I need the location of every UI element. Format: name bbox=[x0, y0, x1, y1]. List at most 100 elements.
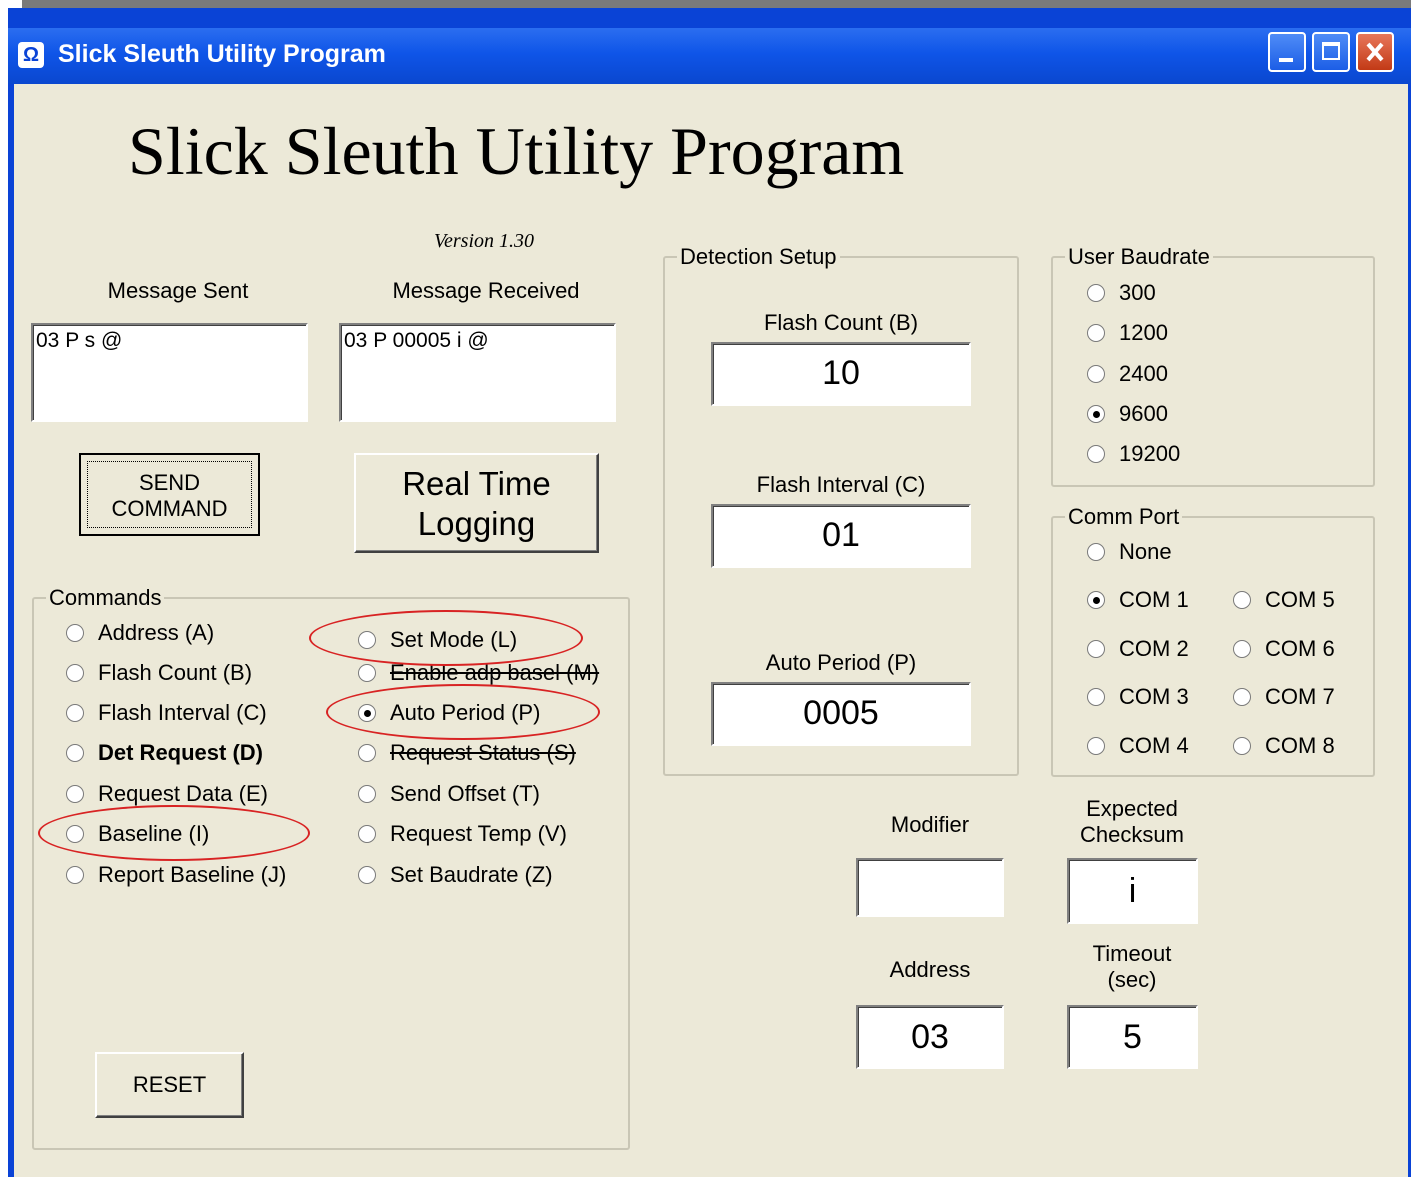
radio-icon bbox=[66, 785, 84, 803]
baud-19200-label: 19200 bbox=[1119, 441, 1181, 466]
cmd-request-status-label: Request Status (S) bbox=[390, 740, 576, 765]
modifier-label: Modifier bbox=[890, 812, 970, 837]
port-com1-radio[interactable]: COM 1 bbox=[1087, 587, 1189, 613]
minimize-button[interactable] bbox=[1268, 32, 1306, 72]
cmd-flash-count-label: Flash Count (B) bbox=[98, 660, 253, 685]
top-band bbox=[22, 0, 1411, 8]
port-com3-label: COM 3 bbox=[1119, 684, 1189, 709]
baud-300-radio[interactable]: 300 bbox=[1087, 280, 1156, 306]
modifier-field[interactable] bbox=[856, 858, 1004, 917]
radio-icon bbox=[66, 744, 84, 762]
port-com4-label: COM 4 bbox=[1119, 733, 1189, 758]
radio-icon bbox=[66, 866, 84, 884]
message-sent-label: Message Sent bbox=[107, 278, 249, 303]
send-command-label-2: COMMAND bbox=[111, 496, 228, 521]
radio-icon bbox=[1087, 543, 1105, 561]
send-command-button[interactable]: SEND COMMAND bbox=[79, 453, 260, 536]
message-received-label: Message Received bbox=[392, 278, 580, 303]
maximize-button[interactable] bbox=[1312, 32, 1350, 72]
flash-count-field[interactable]: 10 bbox=[711, 342, 971, 406]
cmd-request-temp-radio[interactable]: Request Temp (V) bbox=[358, 821, 567, 847]
port-com2-radio[interactable]: COM 2 bbox=[1087, 636, 1189, 662]
address-field[interactable]: 03 bbox=[856, 1005, 1004, 1069]
auto-period-field[interactable]: 0005 bbox=[711, 682, 971, 746]
radio-icon bbox=[1087, 445, 1105, 463]
radio-icon bbox=[358, 744, 376, 762]
close-icon bbox=[1366, 42, 1384, 62]
baud-1200-radio[interactable]: 1200 bbox=[1087, 320, 1168, 346]
cmd-flash-count-radio[interactable]: Flash Count (B) bbox=[66, 660, 252, 686]
baud-2400-label: 2400 bbox=[1119, 361, 1168, 386]
expected-checksum-field[interactable]: i bbox=[1067, 858, 1198, 924]
cmd-flash-interval-radio[interactable]: Flash Interval (C) bbox=[66, 700, 267, 726]
port-com7-radio[interactable]: COM 7 bbox=[1233, 684, 1335, 710]
cmd-request-data-label: Request Data (E) bbox=[98, 781, 268, 806]
port-com6-label: COM 6 bbox=[1265, 636, 1335, 661]
port-com5-radio[interactable]: COM 5 bbox=[1233, 587, 1335, 613]
radio-icon bbox=[358, 825, 376, 843]
port-com3-radio[interactable]: COM 3 bbox=[1087, 684, 1189, 710]
baud-2400-radio[interactable]: 2400 bbox=[1087, 361, 1168, 387]
real-time-logging-label-2: Logging bbox=[417, 505, 536, 542]
cmd-set-baudrate-radio[interactable]: Set Baudrate (Z) bbox=[358, 862, 553, 888]
expected-checksum-label-1: Expected bbox=[1086, 796, 1178, 821]
minimize-icon bbox=[1279, 58, 1293, 62]
radio-icon bbox=[1087, 640, 1105, 658]
radio-icon bbox=[1087, 324, 1105, 342]
baud-19200-radio[interactable]: 19200 bbox=[1087, 441, 1180, 467]
baud-1200-label: 1200 bbox=[1119, 320, 1168, 345]
port-com5-label: COM 5 bbox=[1265, 587, 1335, 612]
close-button[interactable] bbox=[1356, 32, 1394, 72]
port-com4-radio[interactable]: COM 4 bbox=[1087, 733, 1189, 759]
cmd-address-radio[interactable]: Address (A) bbox=[66, 620, 214, 646]
cmd-report-baseline-label: Report Baseline (J) bbox=[98, 862, 287, 887]
flash-interval-label: Flash Interval (C) bbox=[756, 472, 926, 497]
radio-icon bbox=[1233, 737, 1251, 755]
radio-icon bbox=[1087, 688, 1105, 706]
version-label: Version 1.30 bbox=[434, 230, 534, 252]
cmd-send-offset-radio[interactable]: Send Offset (T) bbox=[358, 781, 540, 807]
port-com2-label: COM 2 bbox=[1119, 636, 1189, 661]
timeout-label-2: (sec) bbox=[1107, 967, 1157, 992]
timeout-label-1: Timeout bbox=[1092, 941, 1172, 966]
cmd-address-label: Address (A) bbox=[98, 620, 215, 645]
real-time-logging-label-1: Real Time bbox=[402, 465, 551, 502]
port-none-label: None bbox=[1119, 539, 1172, 564]
expected-checksum-label: Expected Checksum bbox=[1062, 796, 1202, 848]
baud-9600-radio[interactable]: 9600 bbox=[1087, 401, 1168, 427]
cmd-request-status-radio[interactable]: Request Status (S) bbox=[358, 740, 576, 766]
port-none-radio[interactable]: None bbox=[1087, 539, 1172, 565]
auto-period-label: Auto Period (P) bbox=[765, 650, 917, 675]
radio-icon bbox=[66, 624, 84, 642]
address-label: Address bbox=[889, 957, 971, 982]
radio-icon bbox=[1233, 591, 1251, 609]
radio-icon bbox=[1087, 737, 1105, 755]
timeout-field[interactable]: 5 bbox=[1067, 1005, 1198, 1069]
cmd-request-data-radio[interactable]: Request Data (E) bbox=[66, 781, 268, 807]
reset-button[interactable]: RESET bbox=[95, 1052, 244, 1118]
user-baudrate-label: User Baudrate bbox=[1065, 244, 1213, 270]
baud-9600-label: 9600 bbox=[1119, 401, 1168, 426]
message-received-field[interactable]: 03 P 00005 i @ bbox=[339, 323, 616, 422]
cmd-send-offset-label: Send Offset (T) bbox=[390, 781, 540, 806]
port-com8-label: COM 8 bbox=[1265, 733, 1335, 758]
port-com8-radio[interactable]: COM 8 bbox=[1233, 733, 1335, 759]
cmd-det-request-label: Det Request (D) bbox=[98, 740, 264, 765]
window-title: Slick Sleuth Utility Program bbox=[58, 40, 386, 68]
radio-icon bbox=[1233, 688, 1251, 706]
message-sent-field[interactable]: 03 P s @ bbox=[31, 323, 308, 422]
cmd-report-baseline-radio[interactable]: Report Baseline (J) bbox=[66, 862, 286, 888]
annotation-ellipse-baseline bbox=[38, 805, 310, 861]
flash-count-label: Flash Count (B) bbox=[763, 310, 919, 335]
flash-interval-field[interactable]: 01 bbox=[711, 504, 971, 568]
timeout-label: Timeout (sec) bbox=[1062, 941, 1202, 993]
radio-icon bbox=[66, 664, 84, 682]
cmd-det-request-radio[interactable]: Det Request (D) bbox=[66, 740, 263, 766]
radio-icon bbox=[66, 704, 84, 722]
radio-icon bbox=[1087, 284, 1105, 302]
port-com6-radio[interactable]: COM 6 bbox=[1233, 636, 1335, 662]
radio-icon bbox=[1087, 365, 1105, 383]
real-time-logging-button[interactable]: Real Time Logging bbox=[354, 453, 599, 553]
commands-group-label: Commands bbox=[46, 585, 165, 611]
radio-selected-icon bbox=[1087, 591, 1105, 609]
